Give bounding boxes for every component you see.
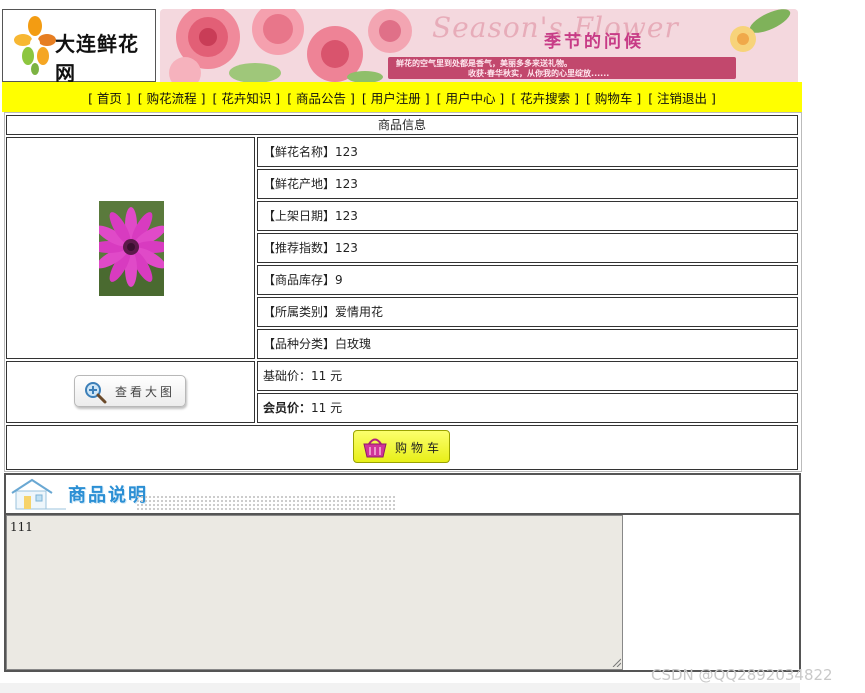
view-large-image-label: 查看大图 <box>115 385 176 399</box>
product-variety-row: 【品种分类】白玫瑰 <box>257 329 798 359</box>
house-icon <box>11 478 66 510</box>
magnifier-icon <box>85 382 107 404</box>
banner-title: 季节的问候 <box>544 32 644 52</box>
nav-logout[interactable]: [ 注销退出 ] <box>645 88 719 107</box>
banner-slogan-strip: 鲜花的空气里到处都是香气，美丽多多来送礼物。 收获·春华秋实，从你我的心里绽放.… <box>388 57 736 79</box>
member-price-row: 会员价：11 元 <box>257 393 798 423</box>
base-price-value: 11 元 <box>311 369 343 383</box>
product-info-header: 商品信息 <box>6 115 798 135</box>
dotted-decoration <box>136 495 396 511</box>
nav-announcements[interactable]: [ 商品公告 ] <box>284 88 358 107</box>
season-banner: Season's Flower 季节的问候 鲜花的空气里到处都是香气，美丽多多来… <box>160 9 798 82</box>
product-name-row: 【鲜花名称】123 <box>257 137 798 167</box>
member-price-value: 11 元 <box>311 401 343 415</box>
view-large-image-button[interactable]: 查看大图 <box>74 375 186 407</box>
product-rating-row: 【推荐指数】123 <box>257 233 798 263</box>
nav-flower-knowledge[interactable]: [ 花卉知识 ] <box>209 88 283 107</box>
product-origin-row: 【鲜花产地】123 <box>257 169 798 199</box>
nav-purchase-process[interactable]: [ 购花流程 ] <box>135 88 209 107</box>
base-price-row: 基础价：11 元 <box>257 361 798 391</box>
nav-user-center[interactable]: [ 用户中心 ] <box>434 88 508 107</box>
description-header: 商品说明 <box>6 475 799 515</box>
basket-icon <box>363 438 387 458</box>
product-stock-row: 【商品库存】9 <box>257 265 798 295</box>
member-price-label: 会员价： <box>263 401 312 415</box>
product-date-row: 【上架日期】123 <box>257 201 798 231</box>
bottom-scroll-strip <box>0 683 800 693</box>
add-to-cart-label: 购物车 <box>395 441 444 455</box>
product-photo[interactable] <box>99 201 164 296</box>
site-header: 大连鲜花网 Season's Flower 季节的问候 鲜花的空气里到处都是香气… <box>2 9 800 85</box>
resize-grip-icon[interactable] <box>611 657 621 667</box>
main-nav: [ 首页 ] [ 购花流程 ] [ 花卉知识 ] [ 商品公告 ] [ 用户注册… <box>2 82 802 112</box>
nav-flower-search[interactable]: [ 花卉搜索 ] <box>508 88 582 107</box>
banner-slogan-line: 收获·春华秋实，从你我的心里绽放...... <box>468 69 610 78</box>
flower-logo-icon <box>14 16 56 75</box>
site-logo[interactable]: 大连鲜花网 <box>2 9 156 85</box>
add-to-cart-button[interactable]: 购物车 <box>353 430 450 463</box>
logo-text: 大连鲜花网 <box>55 32 139 85</box>
base-price-label: 基础价： <box>263 369 312 383</box>
nav-home[interactable]: [ 首页 ] <box>85 88 134 107</box>
description-section: 商品说明 111 <box>4 473 801 672</box>
nav-register[interactable]: [ 用户注册 ] <box>359 88 433 107</box>
nav-shopping-cart[interactable]: [ 购物车 ] <box>583 88 644 107</box>
cart-cell: 购物车 <box>6 425 798 470</box>
product-image-cell <box>6 137 255 359</box>
product-category-row: 【所属类别】爱情用花 <box>257 297 798 327</box>
view-image-cell: 查看大图 <box>6 361 255 423</box>
watermark: CSDN @QQ2892034822 <box>651 666 833 684</box>
description-textarea[interactable]: 111 <box>6 515 623 670</box>
